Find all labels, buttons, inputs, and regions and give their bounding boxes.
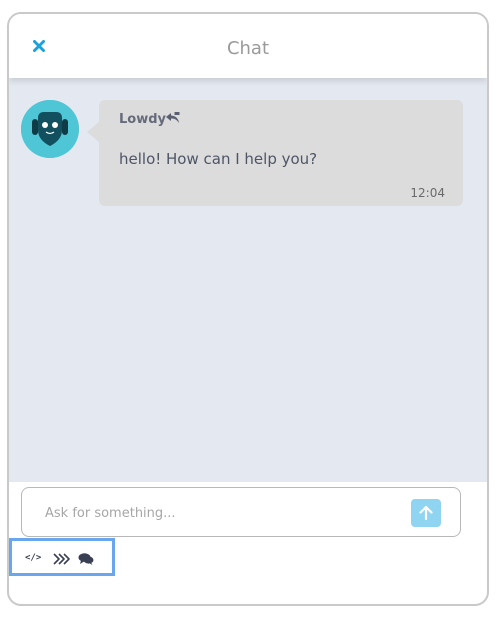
sender-name: Lowdy [119, 112, 167, 127]
reply-icon [166, 112, 180, 123]
message-timestamp: 12:04 [410, 186, 445, 200]
chat-button[interactable] [78, 551, 94, 565]
message-list[interactable]: Lowdy hello! How can I help you? 12:04 [9, 78, 487, 482]
bot-avatar [21, 100, 79, 158]
forward-button[interactable] [52, 551, 70, 565]
message-composer [21, 487, 461, 537]
message-bubble: Lowdy hello! How can I help you? 12:04 [99, 100, 463, 206]
chat-header: Chat [9, 14, 487, 78]
bubble-tail [87, 122, 99, 142]
reply-button[interactable] [165, 110, 181, 124]
message-text: hello! How can I help you? [119, 150, 318, 168]
robot-avatar-icon [21, 100, 79, 158]
triple-chevron-right-icon [53, 553, 70, 565]
message-input[interactable] [43, 500, 387, 526]
chat-title: Chat [226, 38, 270, 59]
chat-bubbles-icon [78, 553, 94, 565]
code-icon[interactable]: </> [25, 551, 43, 565]
send-button[interactable] [411, 499, 441, 527]
composer-toolbar: </> [9, 538, 115, 576]
arrow-up-icon [419, 505, 433, 521]
